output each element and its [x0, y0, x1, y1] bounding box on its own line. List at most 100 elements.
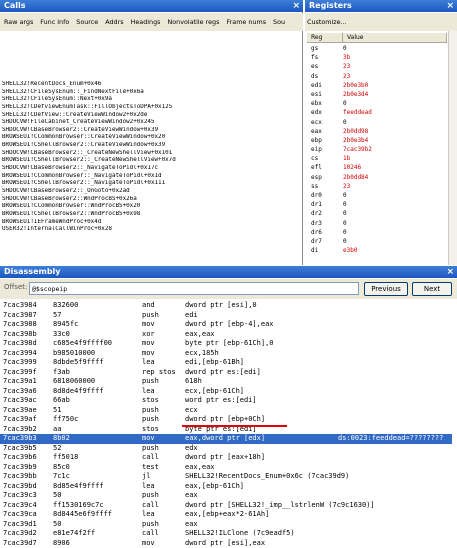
register-row[interactable]: dr60 — [307, 228, 447, 237]
register-row[interactable]: ebp2b0e3b4 — [307, 136, 447, 145]
nonvolatile-regs-button[interactable]: Nonvolatile regs — [165, 17, 221, 27]
reg-column-header[interactable]: Reg — [307, 33, 343, 43]
register-row[interactable]: dr70 — [307, 237, 447, 246]
close-icon[interactable]: × — [446, 267, 454, 277]
register-row[interactable]: fs3b — [307, 53, 447, 62]
call-frame[interactable]: SHELL32!CDefView::CreateViewWindow2+0x2d… — [2, 112, 300, 120]
register-value[interactable]: 0 — [343, 237, 447, 246]
disassembly-line[interactable]: 7cac39888945fcmovdword ptr [ebp-4],eax — [0, 320, 457, 330]
register-value[interactable]: 2b0e3b0 — [343, 81, 447, 90]
call-frame[interactable]: BROWSEUI!CCommonBrowser::WndProcBS+0x20 — [2, 203, 300, 211]
call-frame[interactable]: SHDOCVW!CBaseBrowser2::_NavigateToPidl+0… — [2, 165, 300, 173]
disassembly-line[interactable]: 7cac39c350pusheax — [0, 491, 457, 501]
call-frame[interactable]: BROWSEUI!CShellBrowser2::CreateViewWindo… — [2, 142, 300, 150]
call-frame[interactable]: BROWSEUI!CCommonBrowser::CreateViewWindo… — [2, 134, 300, 142]
disassembly-line[interactable]: 7cac39a68d8de4f9ffffleaecx,[ebp-61Ch] — [0, 387, 457, 397]
register-value[interactable]: 23 — [343, 72, 447, 81]
register-row[interactable]: efl10246 — [307, 163, 447, 172]
register-value[interactable]: feeddead — [343, 108, 447, 117]
offset-input[interactable]: @$scopeip — [29, 282, 359, 295]
register-value[interactable]: 2b0dd98 — [343, 127, 447, 136]
disassembly-line[interactable]: 7cac39ca8d8445e6f9ffffleaeax,[ebp+eax*2-… — [0, 510, 457, 520]
disassembly-line[interactable]: 7cac39afff750cpushdword ptr [ebp+0Ch] — [0, 415, 457, 425]
register-row[interactable]: esp2b0dd84 — [307, 173, 447, 182]
source-button[interactable]: Source — [74, 17, 100, 27]
register-row[interactable]: eax2b0dd98 — [307, 127, 447, 136]
register-row[interactable]: dr10 — [307, 200, 447, 209]
disassembly-line[interactable]: 7cac39ae51pushecx — [0, 406, 457, 416]
func-info-button[interactable]: Func info — [38, 17, 71, 27]
disassembly-line[interactable]: 7cac39998dbde5f9ffffleaedi,[ebp-61Bh] — [0, 358, 457, 368]
disassembly-line[interactable]: 7cac39b6ff5018calldword ptr [eax+18h] — [0, 453, 457, 463]
disassembly-line[interactable]: 7cac39d150pusheax — [0, 520, 457, 530]
register-row[interactable]: eip7cac39b2 — [307, 145, 447, 154]
register-value[interactable]: 23 — [343, 182, 447, 191]
register-row[interactable]: ss23 — [307, 182, 447, 191]
register-value[interactable]: 0 — [343, 209, 447, 218]
disassembly-line[interactable]: 7cac39b985c0testeax,eax — [0, 463, 457, 473]
register-row[interactable]: ds23 — [307, 72, 447, 81]
disassembly-line[interactable]: 7cac39ac66abstosword ptr es:[edi] — [0, 396, 457, 406]
register-row[interactable]: die3b0 — [307, 246, 447, 255]
call-frame[interactable]: SHDOCVW!CBaseBrowser2::_CreateNewShellVi… — [2, 150, 300, 158]
register-value[interactable]: e3b0 — [343, 246, 447, 255]
register-value[interactable]: 10246 — [343, 163, 447, 172]
call-frame[interactable]: SHDOCVW!CBaseBrowser2::CreateViewWindow+… — [2, 127, 300, 135]
addrs-button[interactable]: Addrs — [103, 17, 125, 27]
register-value[interactable]: 0 — [343, 219, 447, 228]
register-row[interactable]: dr00 — [307, 191, 447, 200]
current-instruction-line[interactable]: 7cac39b38b02moveax,dword ptr [edx]ds:002… — [0, 434, 452, 444]
customize-button[interactable]: Customize... — [305, 13, 457, 31]
register-value[interactable]: 3b — [343, 53, 447, 62]
calls-title-bar[interactable]: Calls × — [0, 0, 303, 12]
disassembly-line[interactable]: 7cac39bb7c1cjlSHELL32!RecentDocs_Enum+0x… — [0, 472, 457, 482]
register-value[interactable]: 0 — [343, 118, 447, 127]
disassembly-line[interactable]: 7cac3994b985010000movecx,185h — [0, 349, 457, 359]
register-row[interactable]: dr20 — [307, 209, 447, 218]
call-frame[interactable]: SHDOCVW!CBaseBrowser2::_OnGoto+0x2ad — [2, 188, 300, 196]
disassembly-line[interactable]: 7cac39c4ff1530169c7ccalldword ptr [SHELL… — [0, 501, 457, 511]
call-frame[interactable]: USER32!InternalCallWinProc+0x28 — [2, 226, 300, 234]
disassembly-title-bar[interactable]: Disassembly × — [0, 266, 457, 278]
disassembly-line[interactable]: 7cac39a16818060000push618h — [0, 377, 457, 387]
call-frame[interactable]: BROWSEUI!CShellBrowser2::WndProcBS+0x98 — [2, 211, 300, 219]
call-frame[interactable]: BROWSEUI!IEFrameWndProc+0x4d — [2, 219, 300, 227]
call-frame[interactable]: BROWSEUI!CShellBrowser2::_NavigateToPidl… — [2, 180, 300, 188]
call-frame[interactable]: SHELL32!RecentDocs_Enum+0x46 — [2, 81, 300, 89]
disassembly-line[interactable]: 7cac39b552pushedx — [0, 444, 457, 454]
register-value[interactable]: 7cac39b2 — [343, 145, 447, 154]
disassembly-line[interactable]: 7cac398b33c0xoreax,eax — [0, 330, 457, 340]
disassembly-line[interactable]: 7cac39d78906movdword ptr [esi],eax — [0, 539, 457, 548]
register-value[interactable]: 1b — [343, 154, 447, 163]
register-value[interactable]: 2b0e3b4 — [343, 136, 447, 145]
register-row[interactable]: edi2b0e3b0 — [307, 81, 447, 90]
call-frame[interactable]: SHELL32!CFileSysEnum::_FindNextFile+0x6a — [2, 89, 300, 97]
headings-button[interactable]: Headings — [129, 17, 163, 27]
register-value[interactable]: 23 — [343, 62, 447, 71]
register-value[interactable]: 0 — [343, 99, 447, 108]
disassembly-line[interactable]: 7cac398dc685e4f9ffff00movbyte ptr [ebp-6… — [0, 339, 457, 349]
close-icon[interactable]: × — [292, 1, 300, 11]
value-column-header[interactable]: Value — [343, 33, 447, 43]
call-frame[interactable]: BROWSEUI!CShellBrowser2::_CreateNewShell… — [2, 157, 300, 165]
disassembly-line[interactable]: 7cac39d2e81e74f2ffcallSHELL32!ILClone (7… — [0, 529, 457, 539]
register-row[interactable]: cs1b — [307, 154, 447, 163]
disassembly-line[interactable]: 7cac3984832600anddword ptr [esi],0 — [0, 301, 457, 311]
register-value[interactable]: 2b0e3d4 — [343, 90, 447, 99]
register-row[interactable]: edxfeeddead — [307, 108, 447, 117]
register-value[interactable]: 0 — [343, 228, 447, 237]
register-value[interactable]: 2b0dd84 — [343, 173, 447, 182]
call-frame[interactable]: SHDOCVW!CBaseBrowser2::WndProcBS+0x26a — [2, 196, 300, 204]
disassembly-line[interactable]: 7cac398757pushedi — [0, 311, 457, 321]
call-frame[interactable]: SHELL32!CDefviewEnumTask::FillObjectsToD… — [2, 104, 300, 112]
register-row[interactable]: ebx0 — [307, 99, 447, 108]
source-truncated-button[interactable]: Sou — [271, 17, 287, 27]
register-row[interactable]: dr30 — [307, 219, 447, 228]
call-frame[interactable]: BROWSEUI!CCommonBrowser::_NavigateToPidl… — [2, 173, 300, 181]
register-row[interactable]: gs0 — [307, 44, 447, 53]
disassembly-line[interactable]: 7cac399ff3abrep stosdword ptr es:[edi] — [0, 368, 457, 378]
frame-nums-button[interactable]: Frame nums — [224, 17, 268, 27]
previous-button[interactable]: Previous — [364, 282, 408, 296]
call-frame[interactable]: SHDOCVW!FileCabinet_CreateViewWindow2+0x… — [2, 119, 300, 127]
register-value[interactable]: 0 — [343, 200, 447, 209]
